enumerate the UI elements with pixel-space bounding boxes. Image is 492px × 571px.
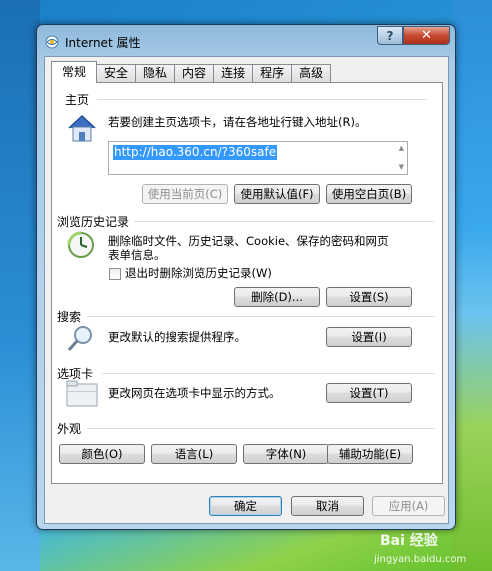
watermark: Bai 经验 jingyan.baidu.com — [374, 530, 466, 565]
magnifier-icon — [67, 326, 92, 351]
title-bar[interactable]: Internet 属性 ? ✕ — [37, 25, 455, 53]
house-icon — [68, 114, 96, 142]
cancel-button[interactable]: 取消 — [291, 496, 364, 516]
tabs-description: 更改网页在选项卡中显示的方式。 — [108, 386, 281, 400]
search-settings-button[interactable]: 设置(I) — [326, 327, 412, 347]
appearance-divider — [87, 428, 435, 429]
use-default-button[interactable]: 使用默认值(F) — [234, 184, 320, 204]
home-url-textarea[interactable]: http://hao.360.cn/?360safe ▲ ▼ — [108, 141, 408, 175]
history-divider — [134, 221, 434, 222]
ok-button[interactable]: 确定 — [209, 496, 282, 516]
scroll-up-arrow-icon[interactable]: ▲ — [399, 144, 404, 152]
accessibility-button[interactable]: 辅助功能(E) — [327, 444, 413, 464]
tab-advanced[interactable]: 高级 — [291, 64, 332, 83]
delete-on-exit-checkbox[interactable] — [109, 268, 121, 280]
internet-options-window: Internet 属性 ? ✕ 常规 安全 隐私 内容 连接 程序 高级 主页 … — [36, 24, 456, 530]
tab-privacy[interactable]: 隐私 — [135, 64, 176, 83]
history-description-line1: 删除临时文件、历史记录、Cookie、保存的密码和网页 — [108, 234, 389, 248]
help-button[interactable]: ? — [377, 26, 403, 45]
tab-general[interactable]: 常规 — [51, 61, 98, 83]
search-description: 更改默认的搜索提供程序。 — [108, 330, 246, 344]
delete-history-button[interactable]: 删除(D)... — [234, 287, 320, 307]
general-tab-panel: 主页 若要创建主页选项卡，请在各地址行键入地址(R)。 http://hao.3… — [51, 82, 443, 484]
tab-security[interactable]: 安全 — [96, 64, 137, 83]
window-title: Internet 属性 — [65, 36, 141, 50]
search-divider — [87, 316, 435, 317]
delete-on-exit-label[interactable]: 退出时删除浏览历史记录(W) — [125, 266, 272, 281]
tabbed-window-icon — [66, 380, 98, 407]
watermark-url: jingyan.baidu.com — [374, 554, 467, 565]
use-current-button[interactable]: 使用当前页(C) — [142, 184, 228, 204]
history-settings-button[interactable]: 设置(S) — [326, 287, 412, 307]
appearance-label: 外观 — [57, 422, 82, 436]
tabs-settings-button[interactable]: 设置(T) — [326, 383, 412, 403]
desktop-right-edge — [452, 0, 492, 571]
tab-content[interactable]: 内容 — [174, 64, 215, 83]
dialog-client-area: 常规 安全 隐私 内容 连接 程序 高级 主页 若要创建主页选项卡，请在各地址行… — [44, 56, 449, 524]
languages-button[interactable]: 语言(L) — [151, 444, 237, 464]
tab-strip: 常规 安全 隐私 内容 连接 程序 高级 — [51, 61, 332, 83]
apply-button[interactable]: 应用(A) — [372, 496, 445, 516]
watermark-logo-text: Bai 经验 — [380, 533, 438, 549]
use-blank-button[interactable]: 使用空白页(B) — [326, 184, 412, 204]
tabs-divider — [102, 373, 435, 374]
history-description-line2: 表单信息。 — [108, 248, 166, 262]
home-url-value: http://hao.360.cn/?360safe — [113, 145, 278, 160]
tab-connections[interactable]: 连接 — [213, 64, 254, 83]
close-button[interactable]: ✕ — [403, 26, 450, 45]
scroll-down-arrow-icon[interactable]: ▼ — [399, 163, 404, 171]
tab-programs[interactable]: 程序 — [252, 64, 293, 83]
clock-icon — [67, 231, 94, 258]
fonts-button[interactable]: 字体(N) — [243, 444, 329, 464]
history-label: 浏览历史记录 — [57, 215, 130, 229]
home-page-label: 主页 — [65, 93, 90, 107]
colors-button[interactable]: 颜色(O) — [59, 444, 145, 464]
desktop-left-edge — [0, 0, 40, 571]
home-divider — [97, 99, 427, 100]
home-description: 若要创建主页选项卡，请在各地址行键入地址(R)。 — [108, 115, 367, 129]
ie-globe-icon — [45, 35, 59, 49]
